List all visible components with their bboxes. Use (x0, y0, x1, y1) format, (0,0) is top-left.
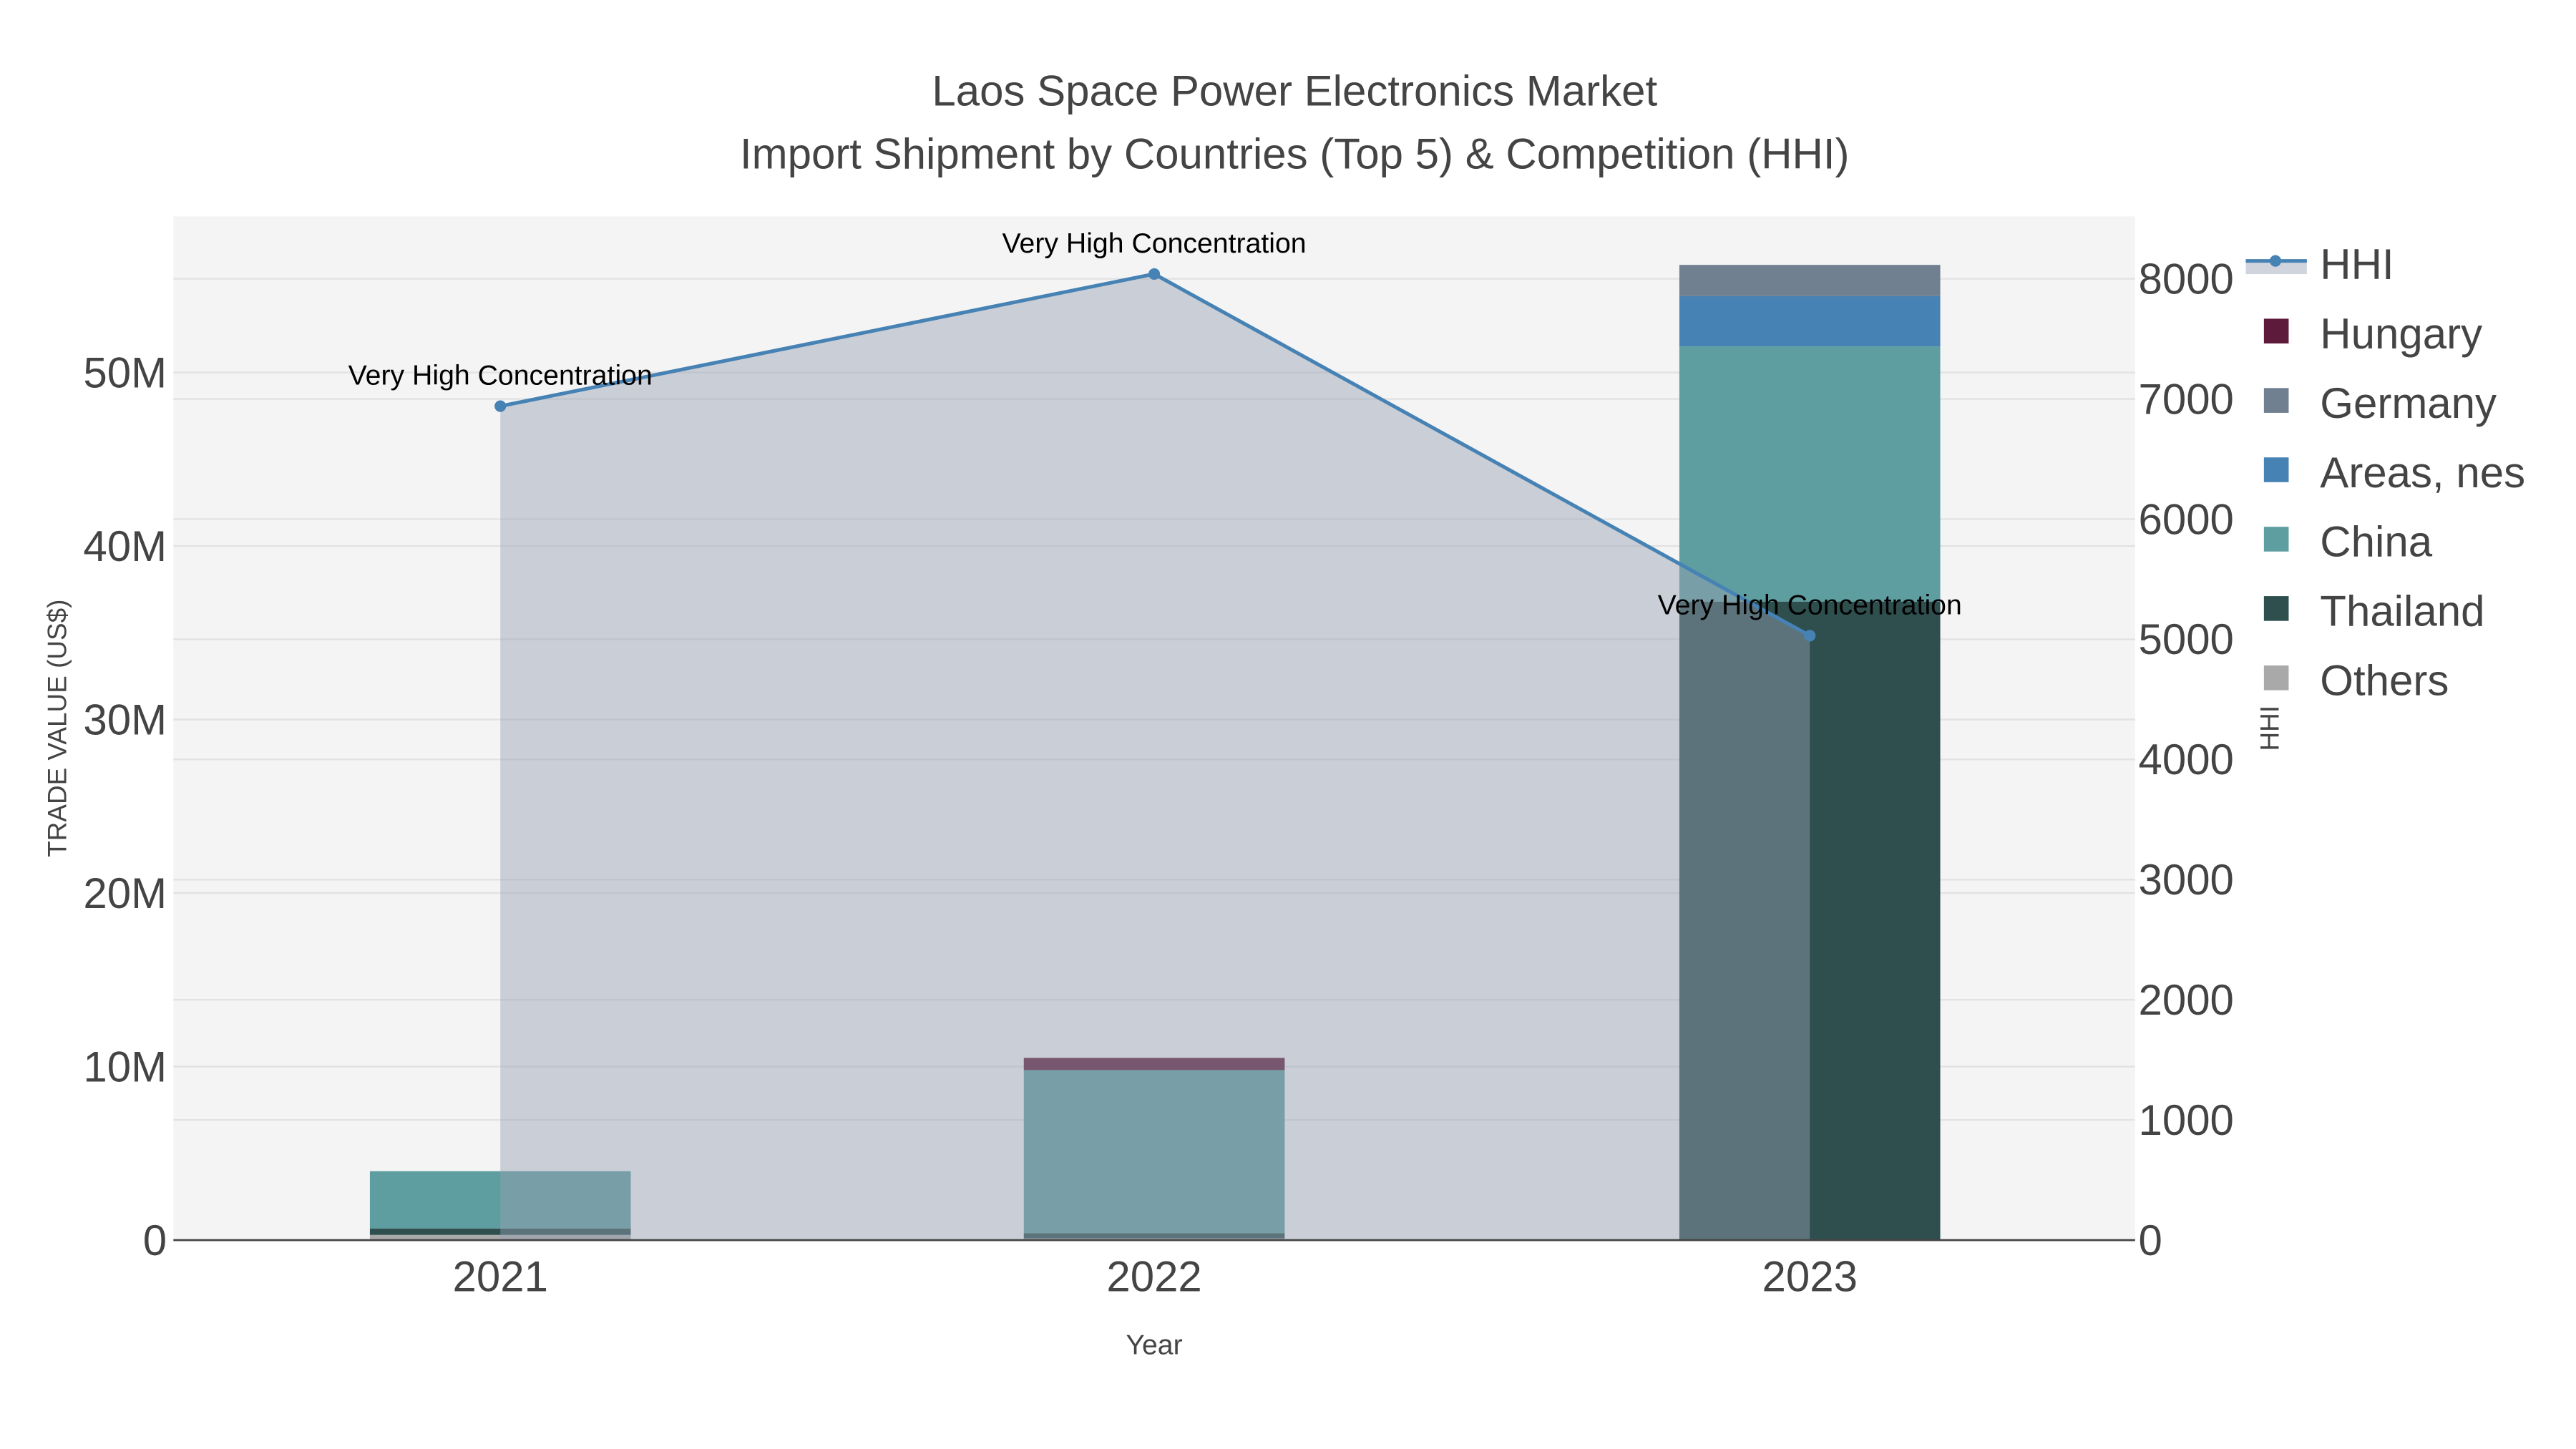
legend-label: China (2320, 518, 2432, 566)
legend-item-thailand[interactable]: Thailand (2263, 587, 2485, 635)
x-tick-label: 2022 (1106, 1253, 1201, 1301)
y2-tick-label: 7000 (2138, 375, 2233, 423)
legend-item-others[interactable]: Others (2263, 657, 2449, 705)
chart-title-line2: Import Shipment by Countries (Top 5) & C… (740, 130, 1850, 177)
legend-item-areas-nes[interactable]: Areas, nes (2263, 449, 2525, 497)
chart: Very High Concentration Very High Concent… (42, 67, 2525, 1361)
y2-tick-label: 1000 (2138, 1096, 2233, 1144)
hhi-point[interactable] (1148, 268, 1161, 280)
legend-label: Germany (2320, 379, 2497, 427)
legend-swatch (2263, 665, 2289, 691)
hhi-point[interactable] (1804, 630, 1816, 642)
legend-item-china[interactable]: China (2263, 518, 2433, 566)
legend[interactable]: HHI Hungary Germany Areas, nes China Thailand… (2245, 240, 2525, 705)
x-axis-title: Year (1126, 1329, 1182, 1360)
legend-item-hungary[interactable]: Hungary (2263, 310, 2482, 358)
hhi-annotation: Very High Concentration (1658, 589, 1962, 620)
y-tick-label: 0 (143, 1216, 167, 1264)
legend-label: Thailand (2320, 587, 2484, 635)
legend-label: Others (2320, 657, 2449, 705)
y-tick-label: 50M (83, 348, 167, 396)
y-tick-label: 30M (83, 696, 167, 743)
y2-tick-label: 6000 (2138, 495, 2233, 543)
y-tick-label: 10M (83, 1043, 167, 1091)
legend-swatch (2263, 388, 2289, 413)
y-tick-label: 20M (83, 869, 167, 917)
hhi-annotation: Very High Concentration (1002, 228, 1307, 259)
legend-swatch (2263, 596, 2289, 621)
y2-tick-label: 4000 (2138, 736, 2233, 784)
y-axis-title: TRADE VALUE (US$) (42, 600, 72, 857)
bar-areas-nes-2023[interactable] (1679, 296, 1941, 347)
y2-tick-label: 2000 (2138, 976, 2233, 1024)
y2-axis-title: HHI (2255, 706, 2285, 751)
y2-tick-label: 3000 (2138, 856, 2233, 904)
hhi-point[interactable] (494, 400, 507, 412)
x-tick-label: 2021 (452, 1253, 547, 1301)
hhi-annotation: Very High Concentration (348, 360, 653, 391)
y2-tick-label: 0 (2138, 1216, 2162, 1264)
chart-title-line1: Laos Space Power Electronics Market (932, 67, 1657, 115)
legend-swatch (2263, 457, 2289, 482)
bar-germany-2023[interactable] (1679, 265, 1941, 296)
legend-item-hhi[interactable]: HHI (2245, 240, 2394, 288)
legend-swatch (2263, 318, 2289, 343)
bar-china-2023[interactable] (1679, 346, 1941, 602)
legend-label: HHI (2320, 240, 2394, 288)
x-tick-label: 2023 (1762, 1253, 1857, 1301)
legend-label: Hungary (2320, 310, 2482, 358)
y2-tick-label: 8000 (2138, 255, 2233, 303)
legend-swatch (2263, 527, 2289, 552)
y-tick-label: 40M (83, 522, 167, 570)
legend-item-germany[interactable]: Germany (2263, 379, 2497, 427)
y2-tick-label: 5000 (2138, 615, 2233, 663)
legend-marker (2269, 255, 2282, 267)
legend-label: Areas, nes (2320, 449, 2525, 497)
